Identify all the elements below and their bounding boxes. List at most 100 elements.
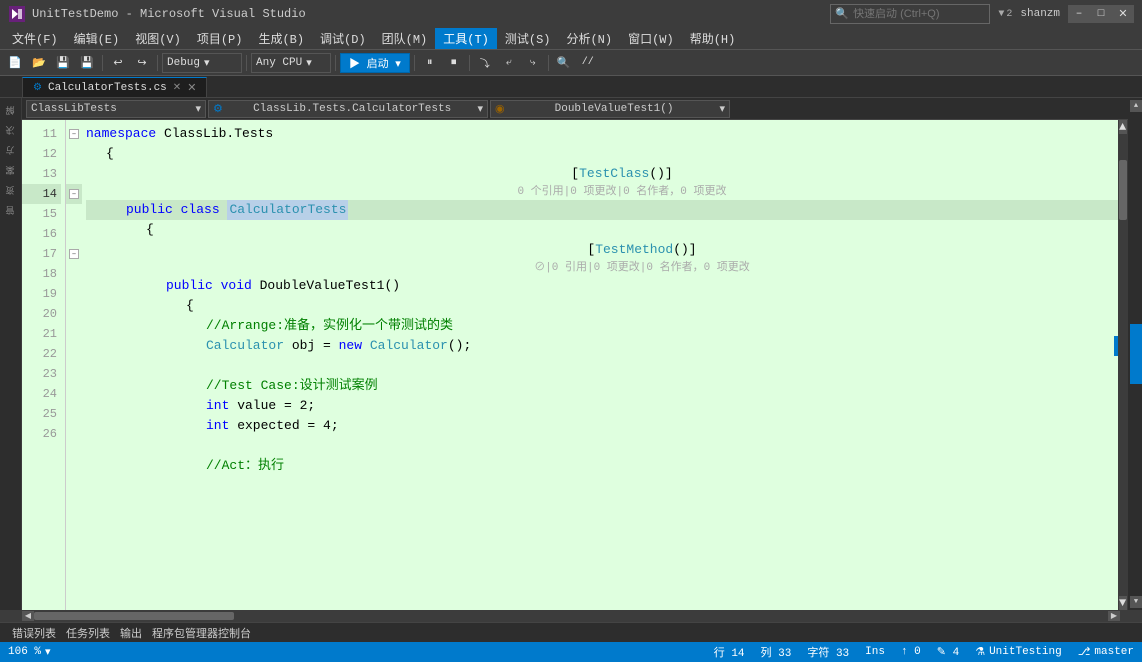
start-button[interactable]: ▶ 启动 ▾ xyxy=(340,53,410,73)
undo-button[interactable]: ↩ xyxy=(107,53,129,73)
separator-7 xyxy=(548,55,549,71)
code-line-20: Calculator obj = new Calculator(); xyxy=(86,336,1118,356)
unit-testing-indicator: ⚗ UnitTesting xyxy=(975,645,1062,659)
sidebar-icon-6[interactable]: 管 xyxy=(2,202,20,220)
vs-logo-icon xyxy=(8,5,26,23)
col-indicator: 列 33 xyxy=(761,644,792,660)
hscroll-right[interactable]: ▶ xyxy=(1108,611,1120,621)
method-selector-label: DoubleValueTest1() xyxy=(555,103,674,115)
package-console-tab[interactable]: 程序包管理器控制台 xyxy=(148,623,255,643)
code-line-25 xyxy=(86,436,1118,456)
sidebar-icon-2[interactable]: 决 xyxy=(2,122,20,140)
menu-window[interactable]: 窗口(W) xyxy=(620,28,682,49)
menu-team[interactable]: 团队(M) xyxy=(374,28,436,49)
sidebar-icon-4[interactable]: 案 xyxy=(2,162,20,180)
new-file-button[interactable]: 📄 xyxy=(4,53,26,73)
search-input[interactable] xyxy=(853,8,973,20)
line-number-16: 16 xyxy=(22,224,61,244)
scroll-down-button[interactable]: ▼ xyxy=(1119,596,1127,610)
sidebar-icon-5[interactable]: 资 xyxy=(2,182,20,200)
menu-build[interactable]: 生成(B) xyxy=(250,28,312,49)
code-line-26: //Act：执行 xyxy=(86,456,1118,476)
hscroll-thumb[interactable] xyxy=(34,612,234,620)
menu-edit[interactable]: 编辑(E) xyxy=(66,28,128,49)
title-bar: UnitTestDemo - Microsoft Visual Studio 🔍… xyxy=(0,0,1142,28)
method-selector-dropdown[interactable]: ◉ DoubleValueTest1() ▾ xyxy=(490,100,730,118)
code-line-23: int value = 2; xyxy=(86,396,1118,416)
code-line-17: public void DoubleValueTest1() xyxy=(86,276,1118,296)
line-number-14: 14 xyxy=(22,184,61,204)
minimize-button[interactable]: – xyxy=(1068,5,1090,23)
row-indicator: 行 14 xyxy=(714,644,745,660)
status-bar: 106 % ▾ 行 14 列 33 字符 33 Ins ↑ 0 ✎ 4 ⚗ Un… xyxy=(0,642,1142,662)
branch-icon: ⎇ xyxy=(1078,645,1091,659)
hscroll-track[interactable] xyxy=(34,612,1108,620)
rs-btn-2[interactable] xyxy=(1130,324,1142,384)
line-number-26: 26 xyxy=(22,424,61,444)
line-number-13: 13 xyxy=(22,164,61,184)
tab-unsaved-dot: ✕ xyxy=(187,81,196,95)
tab-label: CalculatorTests.cs xyxy=(48,82,167,94)
collapse-14[interactable]: – xyxy=(69,189,79,199)
redo-button[interactable]: ↪ xyxy=(131,53,153,73)
title-text: UnitTestDemo - Microsoft Visual Studio xyxy=(32,7,306,21)
save-button[interactable]: 💾 xyxy=(52,53,74,73)
rs-btn-1[interactable]: ▲ xyxy=(1130,100,1142,112)
scroll-up-button[interactable]: ▲ xyxy=(1119,120,1127,134)
step-out-button[interactable]: ⤷ xyxy=(522,53,544,73)
search-icon: 🔍 xyxy=(835,7,849,21)
code-content[interactable]: namespace ClassLib.Tests { [TestClass()]… xyxy=(82,120,1118,610)
code-line-15: { xyxy=(86,220,1118,240)
save-all-button[interactable]: 💾 xyxy=(76,53,98,73)
output-tab[interactable]: 输出 xyxy=(116,623,146,643)
line-number-17: 17 xyxy=(22,244,61,264)
sidebar-icon-3[interactable]: 方 xyxy=(2,142,20,160)
step-into-button[interactable]: ⤶ xyxy=(498,53,520,73)
quick-launch-search[interactable]: 🔍 xyxy=(830,4,990,24)
main-area: 解 决 方 案 资 管 ClassLibTests ▾ ⚙ ClassLib.T… xyxy=(0,98,1142,610)
close-button[interactable]: ✕ xyxy=(1112,5,1134,23)
code-line-24: int expected = 4; xyxy=(86,416,1118,436)
scroll-thumb[interactable] xyxy=(1119,160,1127,220)
collapse-17[interactable]: – xyxy=(69,249,79,259)
open-file-button[interactable]: 📂 xyxy=(28,53,50,73)
menu-debug[interactable]: 调试(D) xyxy=(312,28,374,49)
namespace-selector-label: ClassLib.Tests.CalculatorTests xyxy=(253,103,451,115)
active-tab[interactable]: ⚙ CalculatorTests.cs ✕ ✕ xyxy=(22,77,207,97)
menu-file[interactable]: 文件(F) xyxy=(4,28,66,49)
menu-project[interactable]: 项目(P) xyxy=(189,28,251,49)
task-list-tab[interactable]: 任务列表 xyxy=(62,623,114,643)
separator-6 xyxy=(469,55,470,71)
step-over-button[interactable]: ⤵ xyxy=(474,53,496,73)
stop-button[interactable]: ⏹ xyxy=(443,53,465,73)
maximize-button[interactable]: □ xyxy=(1090,5,1112,23)
separator-3 xyxy=(246,55,247,71)
menu-view[interactable]: 视图(V) xyxy=(127,28,189,49)
menu-tools[interactable]: 工具(T) xyxy=(435,28,497,49)
rs-btn-3[interactable]: ▼ xyxy=(1130,596,1142,608)
find-button[interactable]: 🔍 xyxy=(553,53,575,73)
cpu-config-dropdown[interactable]: Any CPU ▾ xyxy=(251,53,331,73)
zoom-level: 106 % ▾ xyxy=(8,645,51,659)
collapse-11[interactable]: – xyxy=(69,129,79,139)
comment-button[interactable]: // xyxy=(577,53,599,73)
line-number-15: 15 xyxy=(22,204,61,224)
error-list-tab[interactable]: 错误列表 xyxy=(8,623,60,643)
hscroll-left[interactable]: ◀ xyxy=(22,611,34,621)
line-number-23: 23 xyxy=(22,364,61,384)
horizontal-scrollbar[interactable]: ◀ ▶ xyxy=(0,610,1142,622)
vertical-scrollbar[interactable]: ▲ ▼ xyxy=(1118,120,1128,610)
code-editor[interactable]: 11 12 13 14 15 16 17 18 19 20 21 22 23 2… xyxy=(22,120,1128,610)
line-number-19: 19 xyxy=(22,284,61,304)
pause-button[interactable]: ⏸ xyxy=(419,53,441,73)
line-number-11: 11 xyxy=(22,124,61,144)
menu-help[interactable]: 帮助(H) xyxy=(682,28,744,49)
debug-config-dropdown[interactable]: Debug ▾ xyxy=(162,53,242,73)
line-number-18: 18 xyxy=(22,264,61,284)
menu-analyze[interactable]: 分析(N) xyxy=(558,28,620,49)
class-selector-dropdown[interactable]: ClassLibTests ▾ xyxy=(26,100,206,118)
menu-test[interactable]: 测试(S) xyxy=(497,28,559,49)
sidebar-icon-1[interactable]: 解 xyxy=(2,102,20,120)
right-sidebar: ▲ ▼ xyxy=(1128,98,1142,610)
namespace-selector-dropdown[interactable]: ⚙ ClassLib.Tests.CalculatorTests ▾ xyxy=(208,100,488,118)
